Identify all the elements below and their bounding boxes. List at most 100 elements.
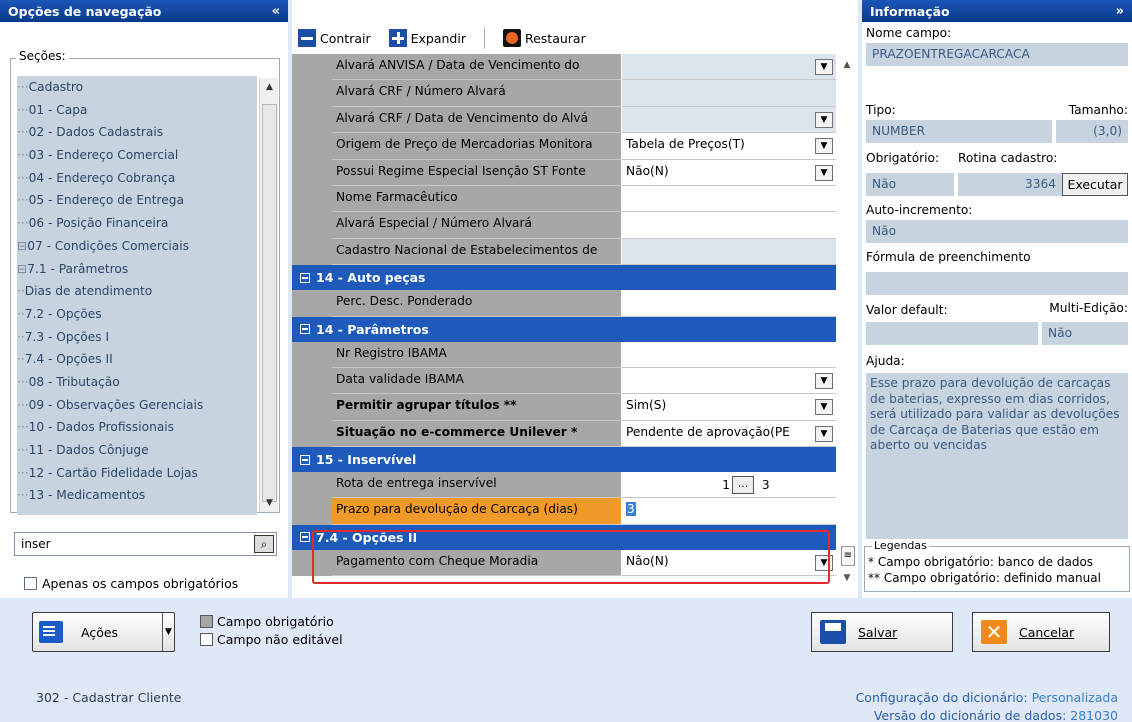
- chevron-down-icon[interactable]: ▼: [815, 164, 833, 181]
- type-value: NUMBER: [866, 120, 1052, 143]
- expand-panel-icon[interactable]: »: [1116, 4, 1124, 19]
- scroll-down-icon[interactable]: ▼: [260, 494, 279, 512]
- grid-row[interactable]: Alvará CRF / Data de Vencimento do Alvá ▼: [292, 106, 836, 134]
- tree-item[interactable]: ···06 - Posição Financeira: [17, 212, 257, 235]
- collapse-panel-icon[interactable]: «: [272, 4, 280, 19]
- grid-row[interactable]: Pagamento com Cheque Moradia Não(N) ▼: [292, 549, 836, 577]
- chevron-down-icon[interactable]: ▼: [162, 613, 174, 651]
- tree-item[interactable]: ··7.2 - Opções: [17, 303, 257, 326]
- grid-row[interactable]: Perc. Desc. Ponderado: [292, 290, 836, 317]
- tree-item[interactable]: ··7.3 - Opções I: [17, 326, 257, 349]
- tree-item[interactable]: ···10 - Dados Profissionais: [17, 416, 257, 439]
- field-value-cell[interactable]: [622, 212, 836, 239]
- only-required-filter[interactable]: Apenas os campos obrigatórios: [24, 576, 238, 591]
- tree-scrollbar[interactable]: ▲ ▼: [259, 78, 278, 512]
- scroll-up-icon[interactable]: ▲: [838, 60, 856, 70]
- collapse-section-icon[interactable]: [300, 272, 310, 283]
- actions-button[interactable]: Ações ▼: [32, 612, 175, 652]
- rota-value-cell[interactable]: 1... 3: [622, 472, 836, 499]
- tree-item[interactable]: ···12 - Cartão Fidelidade Lojas: [17, 462, 257, 485]
- field-value-cell[interactable]: [622, 341, 836, 368]
- field-value-cell[interactable]: ▼: [622, 54, 836, 81]
- tree-item[interactable]: ···05 - Endereço de Entrega: [17, 189, 257, 212]
- prazo-value-cell[interactable]: 3: [622, 498, 836, 525]
- grid-row[interactable]: Cadastro Nacional de Estabelecimentos de: [292, 238, 836, 266]
- scroll-down-icon[interactable]: ▼: [838, 573, 856, 583]
- grid-scrollbar[interactable]: ▲ ▼: [838, 54, 856, 587]
- field-value-cell[interactable]: ▼: [622, 106, 836, 134]
- lookup-button[interactable]: ...: [732, 476, 754, 495]
- section-header-opcoes-ii[interactable]: 7.4 - Opções II: [292, 524, 836, 550]
- grid-row-rota-inservivel[interactable]: Rota de entrega inservível 1... 3: [292, 472, 836, 499]
- tree-item[interactable]: ··Dias de atendimento: [17, 280, 257, 303]
- scroll-up-icon[interactable]: ▲: [260, 78, 279, 96]
- grid-row[interactable]: Permitir agrupar títulos ** Sim(S) ▼: [292, 394, 836, 421]
- field-value-cell[interactable]: [622, 80, 836, 107]
- chevron-down-icon[interactable]: ▼: [815, 59, 833, 75]
- tree-item[interactable]: ···01 - Capa: [17, 99, 257, 122]
- section-search-input[interactable]: [15, 533, 247, 555]
- field-value-cell[interactable]: Não(N) ▼: [622, 159, 836, 186]
- field-value-cell[interactable]: Sim(S) ▼: [622, 394, 836, 421]
- tree-item[interactable]: ⊟07 - Condições Comerciais: [17, 235, 257, 258]
- field-value-cell[interactable]: [622, 238, 836, 266]
- grid-row[interactable]: Alvará Especial / Número Alvará: [292, 212, 836, 239]
- section-header-inservivel[interactable]: 15 - Inservível: [292, 447, 836, 473]
- collapse-section-icon[interactable]: [300, 324, 310, 335]
- tree-item[interactable]: ···03 - Endereço Comercial: [17, 144, 257, 167]
- sections-tree[interactable]: ···Cadastro ···01 - Capa ···02 - Dados Cad…: [17, 76, 257, 508]
- grid-row[interactable]: Data validade IBAMA ▼: [292, 367, 836, 395]
- field-value-cell[interactable]: Tabela de Preços(T) ▼: [622, 133, 836, 160]
- tree-hscrollbar[interactable]: [17, 507, 257, 515]
- restore-button[interactable]: Restaurar: [502, 29, 586, 47]
- collapse-button[interactable]: Contrair: [298, 29, 371, 47]
- chevron-down-icon[interactable]: ▼: [815, 554, 833, 571]
- grid-row[interactable]: Nome Farmacêutico: [292, 185, 836, 213]
- search-icon[interactable]: ⌕: [254, 535, 274, 553]
- field-value-cell[interactable]: [622, 185, 836, 213]
- section-header-auto-pecas[interactable]: 14 - Auto peças: [292, 265, 836, 291]
- tree-scroll-thumb[interactable]: [262, 104, 277, 502]
- collapse-section-icon[interactable]: [300, 454, 310, 465]
- chevron-down-icon[interactable]: ▼: [815, 111, 833, 128]
- field-value-cell[interactable]: Pendente de aprovação(PE ▼: [622, 420, 836, 448]
- grid-row-prazo-carcaca[interactable]: Prazo para devolução de Carcaça (dias) 3: [292, 498, 836, 525]
- tree-item[interactable]: ···02 - Dados Cadastrais: [17, 121, 257, 144]
- field-value-cell[interactable]: Não(N) ▼: [622, 549, 836, 577]
- expand-button[interactable]: Expandir: [388, 29, 466, 47]
- field-label: Prazo para devolução de Carcaça (dias): [332, 498, 622, 525]
- section-header-parametros[interactable]: 14 - Parâmetros: [292, 316, 836, 342]
- grid-row[interactable]: Alvará CRF / Número Alvará: [292, 80, 836, 107]
- restore-icon: [502, 29, 521, 47]
- field-label: Perc. Desc. Ponderado: [332, 290, 622, 317]
- tree-item[interactable]: ···09 - Observações Gerenciais: [17, 394, 257, 417]
- tree-item[interactable]: ··7.4 - Opções II: [17, 348, 257, 371]
- chevron-down-icon[interactable]: ▼: [815, 372, 833, 389]
- tree-item[interactable]: ···Cadastro: [17, 76, 257, 99]
- legend-item-manual-required: ** Campo obrigatório: definido manual: [868, 571, 1101, 585]
- field-value-cell[interactable]: ▼: [622, 367, 836, 395]
- chevron-down-icon[interactable]: ▼: [815, 138, 833, 155]
- grid-row[interactable]: Origem de Preço de Mercadorias Monitora T…: [292, 133, 836, 160]
- chevron-down-icon[interactable]: ▼: [815, 399, 833, 416]
- only-required-checkbox[interactable]: [24, 577, 37, 590]
- cancel-button[interactable]: ✕ Cancelar: [972, 612, 1110, 652]
- grid-scroll-grip-icon[interactable]: ≡: [841, 546, 855, 566]
- tree-item[interactable]: ···11 - Dados Cônjuge: [17, 439, 257, 462]
- tree-item[interactable]: ···13 - Medicamentos: [17, 484, 257, 507]
- field-value[interactable]: [622, 290, 836, 317]
- grid-row[interactable]: Possui Regime Especial Isenção ST Fonte N…: [292, 159, 836, 186]
- tree-connector: ··: [17, 284, 25, 299]
- grid-row[interactable]: Alvará ANVISA / Data de Vencimento do ▼: [292, 54, 836, 81]
- collapse-section-icon[interactable]: [300, 532, 310, 543]
- save-button[interactable]: Salvar: [811, 612, 953, 652]
- grid-row[interactable]: Situação no e-commerce Unilever * Pendent…: [292, 420, 836, 448]
- grid-row[interactable]: Nr Registro IBAMA: [292, 341, 836, 368]
- tree-item[interactable]: ···04 - Endereço Cobrança: [17, 167, 257, 190]
- tree-item[interactable]: ⊟7.1 - Parâmetros: [17, 258, 257, 281]
- tree-item[interactable]: ···08 - Tributação: [17, 371, 257, 394]
- prazo-value[interactable]: 3: [626, 502, 636, 517]
- chevron-down-icon[interactable]: ▼: [815, 425, 833, 442]
- execute-button[interactable]: Executar: [1062, 173, 1128, 196]
- toolbar-separator: [483, 27, 485, 49]
